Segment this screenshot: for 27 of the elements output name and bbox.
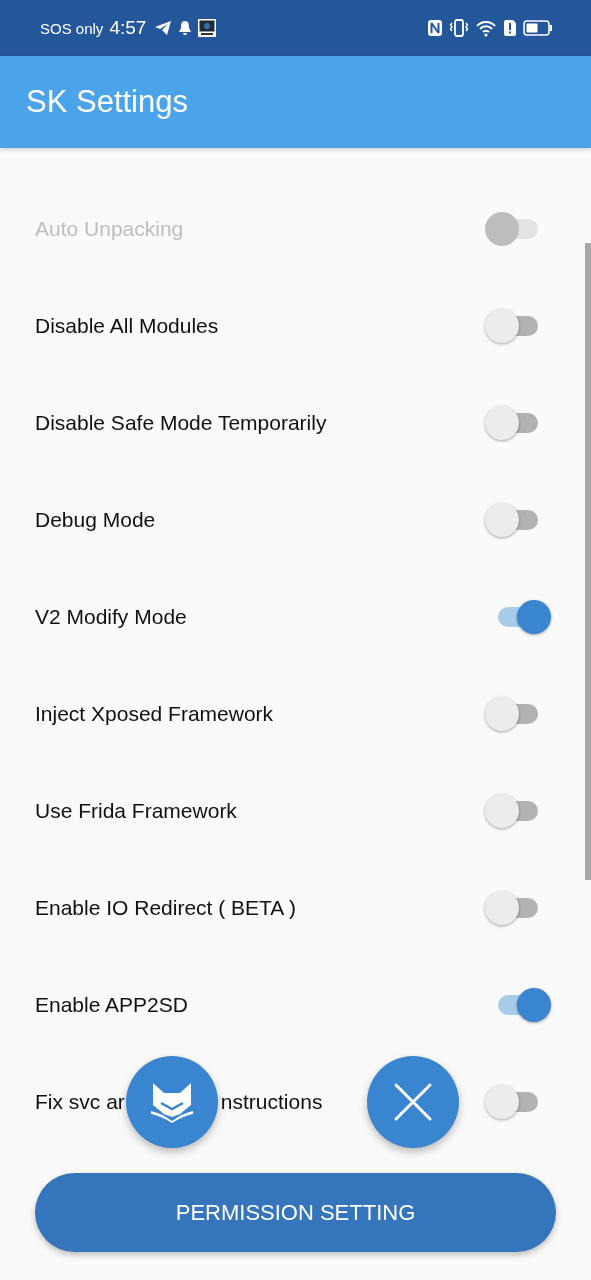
- fox-book-icon: [149, 1081, 195, 1123]
- bell-icon: [178, 20, 193, 36]
- nfc-icon: [427, 19, 443, 37]
- setting-label: Use Frida Framework: [35, 798, 237, 823]
- app-thumbnail-icon: [198, 19, 217, 37]
- setting-label: Enable IO Redirect ( BETA ): [35, 895, 297, 920]
- vibrate-icon: [449, 19, 469, 37]
- setting-label: Fix svc ar: [35, 1089, 125, 1114]
- setting-label: Debug Mode: [35, 507, 156, 532]
- carrier-text: SOS only: [40, 19, 104, 37]
- setting-label: Inject Xposed Framework: [35, 701, 274, 726]
- setting-label: nstructions: [220, 1089, 323, 1114]
- paper-plane-icon: [154, 20, 173, 36]
- close-icon: [393, 1082, 433, 1122]
- clock: 4:57: [109, 17, 147, 39]
- setting-label: Auto Unpacking: [35, 216, 184, 241]
- app-title: SK Settings: [26, 84, 188, 120]
- battery-icon: [523, 20, 553, 36]
- fox-book-fab[interactable]: [126, 1056, 218, 1148]
- permission-setting-button[interactable]: PERMISSION SETTING: [35, 1173, 556, 1252]
- setting-label: V2 Modify Mode: [35, 604, 187, 629]
- wifi-icon: [475, 19, 497, 37]
- sim-alert-icon: [503, 19, 517, 37]
- close-fab[interactable]: [367, 1056, 459, 1148]
- setting-label: Disable Safe Mode Temporarily: [35, 410, 327, 435]
- setting-label: Disable All Modules: [35, 313, 219, 338]
- setting-label: Enable APP2SD: [35, 992, 188, 1017]
